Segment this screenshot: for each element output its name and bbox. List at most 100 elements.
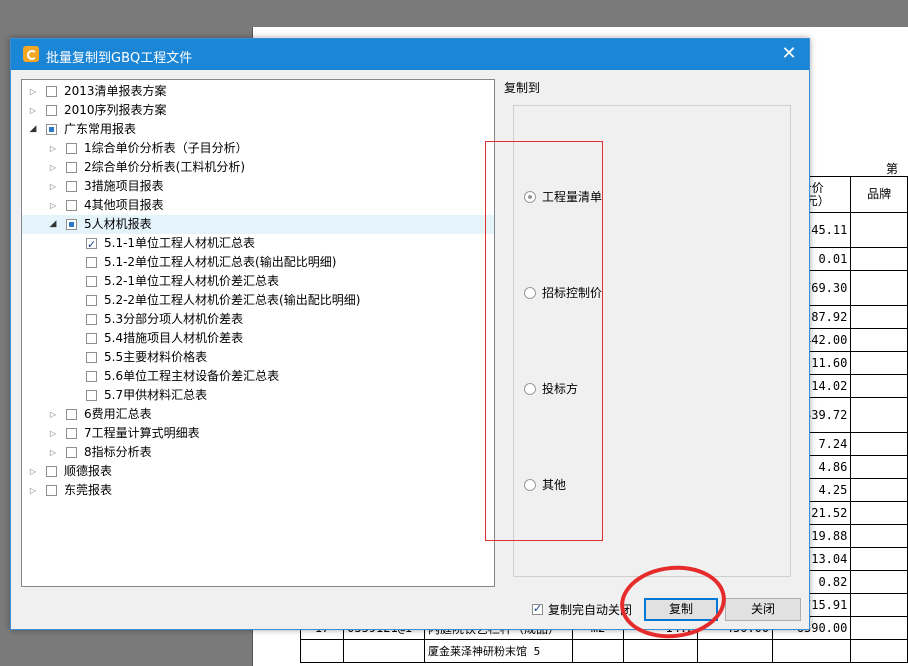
tree-checkbox[interactable] xyxy=(66,162,77,173)
collapse-arrow-icon[interactable]: ▷ xyxy=(28,481,38,500)
collapse-arrow-icon[interactable]: ▷ xyxy=(48,139,58,158)
tree-item[interactable]: 5.5主要材料价格表 xyxy=(22,348,494,367)
tree-item[interactable]: ◢ 5人材机报表 xyxy=(22,215,494,234)
dialog-titlebar: 批量复制到GBQ工程文件 ✕ xyxy=(11,39,809,70)
tree-checkbox[interactable] xyxy=(46,105,57,116)
tree-checkbox[interactable] xyxy=(86,371,97,382)
app-logo-icon xyxy=(23,46,39,62)
tree-item[interactable]: 5.6单位工程主材设备价差汇总表 xyxy=(22,367,494,386)
tree-item-label: 4其他项目报表 xyxy=(84,198,164,212)
tree-item[interactable]: 5.3分部分项人材机价差表 xyxy=(22,310,494,329)
table-cell xyxy=(850,270,908,306)
tree-checkbox[interactable] xyxy=(66,143,77,154)
tree-checkbox[interactable] xyxy=(86,333,97,344)
tree-checkbox[interactable] xyxy=(86,235,97,254)
tree-checkbox[interactable] xyxy=(86,352,97,363)
tree-item[interactable]: ▷ 4其他项目报表 xyxy=(22,196,494,215)
tree-item[interactable]: ▷ 6费用汇总表 xyxy=(22,405,494,424)
tree-checkbox[interactable] xyxy=(66,447,77,458)
expand-arrow-icon[interactable]: ◢ xyxy=(48,215,58,234)
tree-checkbox[interactable] xyxy=(46,466,57,477)
tree-checkbox[interactable] xyxy=(46,485,57,496)
expand-arrow-icon[interactable]: ◢ xyxy=(28,120,38,139)
tree-item[interactable]: ▷ 1综合单价分析表（子目分析） xyxy=(22,139,494,158)
tree-item[interactable]: 5.4措施项目人材机价差表 xyxy=(22,329,494,348)
collapse-arrow-icon[interactable]: ▷ xyxy=(28,82,38,101)
tree-item[interactable]: 5.1-2单位工程人材机汇总表(输出配比明细) xyxy=(22,253,494,272)
tree-item[interactable]: 5.2-1单位工程人材机价差汇总表 xyxy=(22,272,494,291)
tree-item[interactable]: ◢ 广东常用报表 xyxy=(22,120,494,139)
collapse-arrow-icon[interactable]: ▷ xyxy=(48,158,58,177)
table-cell xyxy=(850,247,908,271)
tree-item-label: 2010序列报表方案 xyxy=(64,103,167,117)
table-cell xyxy=(850,455,908,479)
tree-checkbox[interactable] xyxy=(46,124,57,135)
radio-button[interactable] xyxy=(524,287,536,299)
header-cell: 品牌 xyxy=(850,176,908,213)
tree-item[interactable]: ▷ 3措施项目报表 xyxy=(22,177,494,196)
collapse-arrow-icon[interactable]: ▷ xyxy=(48,405,58,424)
collapse-arrow-icon[interactable]: ▷ xyxy=(48,196,58,215)
tree-item[interactable]: ▷ 顺德报表 xyxy=(22,462,494,481)
tree-item[interactable]: 5.1-1单位工程人材机汇总表 xyxy=(22,234,494,254)
table-cell xyxy=(850,351,908,375)
tree-item-label: 7工程量计算式明细表 xyxy=(84,426,200,440)
collapse-arrow-icon[interactable]: ▷ xyxy=(48,424,58,443)
tree-item-label: 顺德报表 xyxy=(64,464,113,478)
tree-checkbox[interactable] xyxy=(86,390,97,401)
close-icon[interactable]: ✕ xyxy=(777,43,801,65)
copy-button[interactable]: 复制 xyxy=(644,598,718,621)
radio-button[interactable] xyxy=(524,191,536,203)
table-cell xyxy=(850,374,908,398)
table-cell xyxy=(299,639,345,663)
dialog-title: 批量复制到GBQ工程文件 xyxy=(46,51,193,66)
radio-label: 工程量清单 xyxy=(542,190,603,204)
tree-checkbox[interactable] xyxy=(86,276,97,287)
radio-label: 招标控制价 xyxy=(542,286,603,300)
tree-item[interactable]: ▷ 东莞报表 xyxy=(22,481,494,500)
tree-item-label: 5.5主要材料价格表 xyxy=(104,350,208,364)
tree-item-label: 2013清单报表方案 xyxy=(64,84,167,98)
tree-item-label: 5.1-1单位工程人材机汇总表 xyxy=(104,236,256,250)
tree-checkbox[interactable] xyxy=(66,181,77,192)
tree-checkbox[interactable] xyxy=(86,257,97,268)
radio-button[interactable] xyxy=(524,383,536,395)
collapse-arrow-icon[interactable]: ▷ xyxy=(48,443,58,462)
tree-item-label: 5人材机报表 xyxy=(84,217,152,231)
tree-checkbox[interactable] xyxy=(66,219,77,230)
tree-item-label: 5.7甲供材料汇总表 xyxy=(104,388,208,402)
table-cell xyxy=(850,570,908,594)
table-cell xyxy=(850,432,908,456)
table-cell xyxy=(343,639,425,663)
tree-item[interactable]: 5.2-2单位工程人材机价差汇总表(输出配比明细) xyxy=(22,291,494,310)
table-cell xyxy=(850,501,908,525)
tree-item[interactable]: ▷ 2010序列报表方案 xyxy=(22,101,494,120)
close-button[interactable]: 关闭 xyxy=(725,598,801,621)
tree-item[interactable]: ▷ 8指标分析表 xyxy=(22,443,494,462)
table-cell xyxy=(850,593,908,617)
tree-item-label: 1综合单价分析表（子目分析） xyxy=(84,141,248,155)
tree-checkbox[interactable] xyxy=(66,409,77,420)
copy-to-label: 复制到 xyxy=(504,81,541,95)
radio-button[interactable] xyxy=(524,479,536,491)
report-tree[interactable]: ▷ 2013清单报表方案 ▷ 2010序列报表方案 ◢ 广东常用报表 ▷ 1综合单价分析表（子… xyxy=(21,79,495,587)
tree-item[interactable]: ▷ 7工程量计算式明细表 xyxy=(22,424,494,443)
tree-checkbox[interactable] xyxy=(86,314,97,325)
collapse-arrow-icon[interactable]: ▷ xyxy=(28,101,38,120)
tree-item-label: 5.4措施项目人材机价差表 xyxy=(104,331,244,345)
collapse-arrow-icon[interactable]: ▷ xyxy=(48,177,58,196)
tree-checkbox[interactable] xyxy=(86,295,97,306)
tree-checkbox[interactable] xyxy=(46,86,57,97)
table-cell xyxy=(772,639,852,663)
auto-close-check-icon[interactable] xyxy=(532,601,543,617)
tree-item[interactable]: 5.7甲供材料汇总表 xyxy=(22,386,494,405)
tree-checkbox[interactable] xyxy=(66,428,77,439)
tree-item[interactable]: ▷ 2综合单价分析表(工料机分析) xyxy=(22,158,494,177)
copy-target-panel: 工程量清单 招标控制价 投标方 其他 xyxy=(513,105,791,577)
tree-item[interactable]: ▷ 2013清单报表方案 xyxy=(22,82,494,101)
collapse-arrow-icon[interactable]: ▷ xyxy=(28,462,38,481)
tree-checkbox[interactable] xyxy=(66,200,77,211)
tree-item-label: 8指标分析表 xyxy=(84,445,152,459)
auto-close-label: 复制完自动关闭 xyxy=(548,603,633,617)
batch-copy-dialog: 批量复制到GBQ工程文件 ✕ ▷ 2013清单报表方案 ▷ 2010序列报表方案 ◢ 广东… xyxy=(10,38,810,630)
